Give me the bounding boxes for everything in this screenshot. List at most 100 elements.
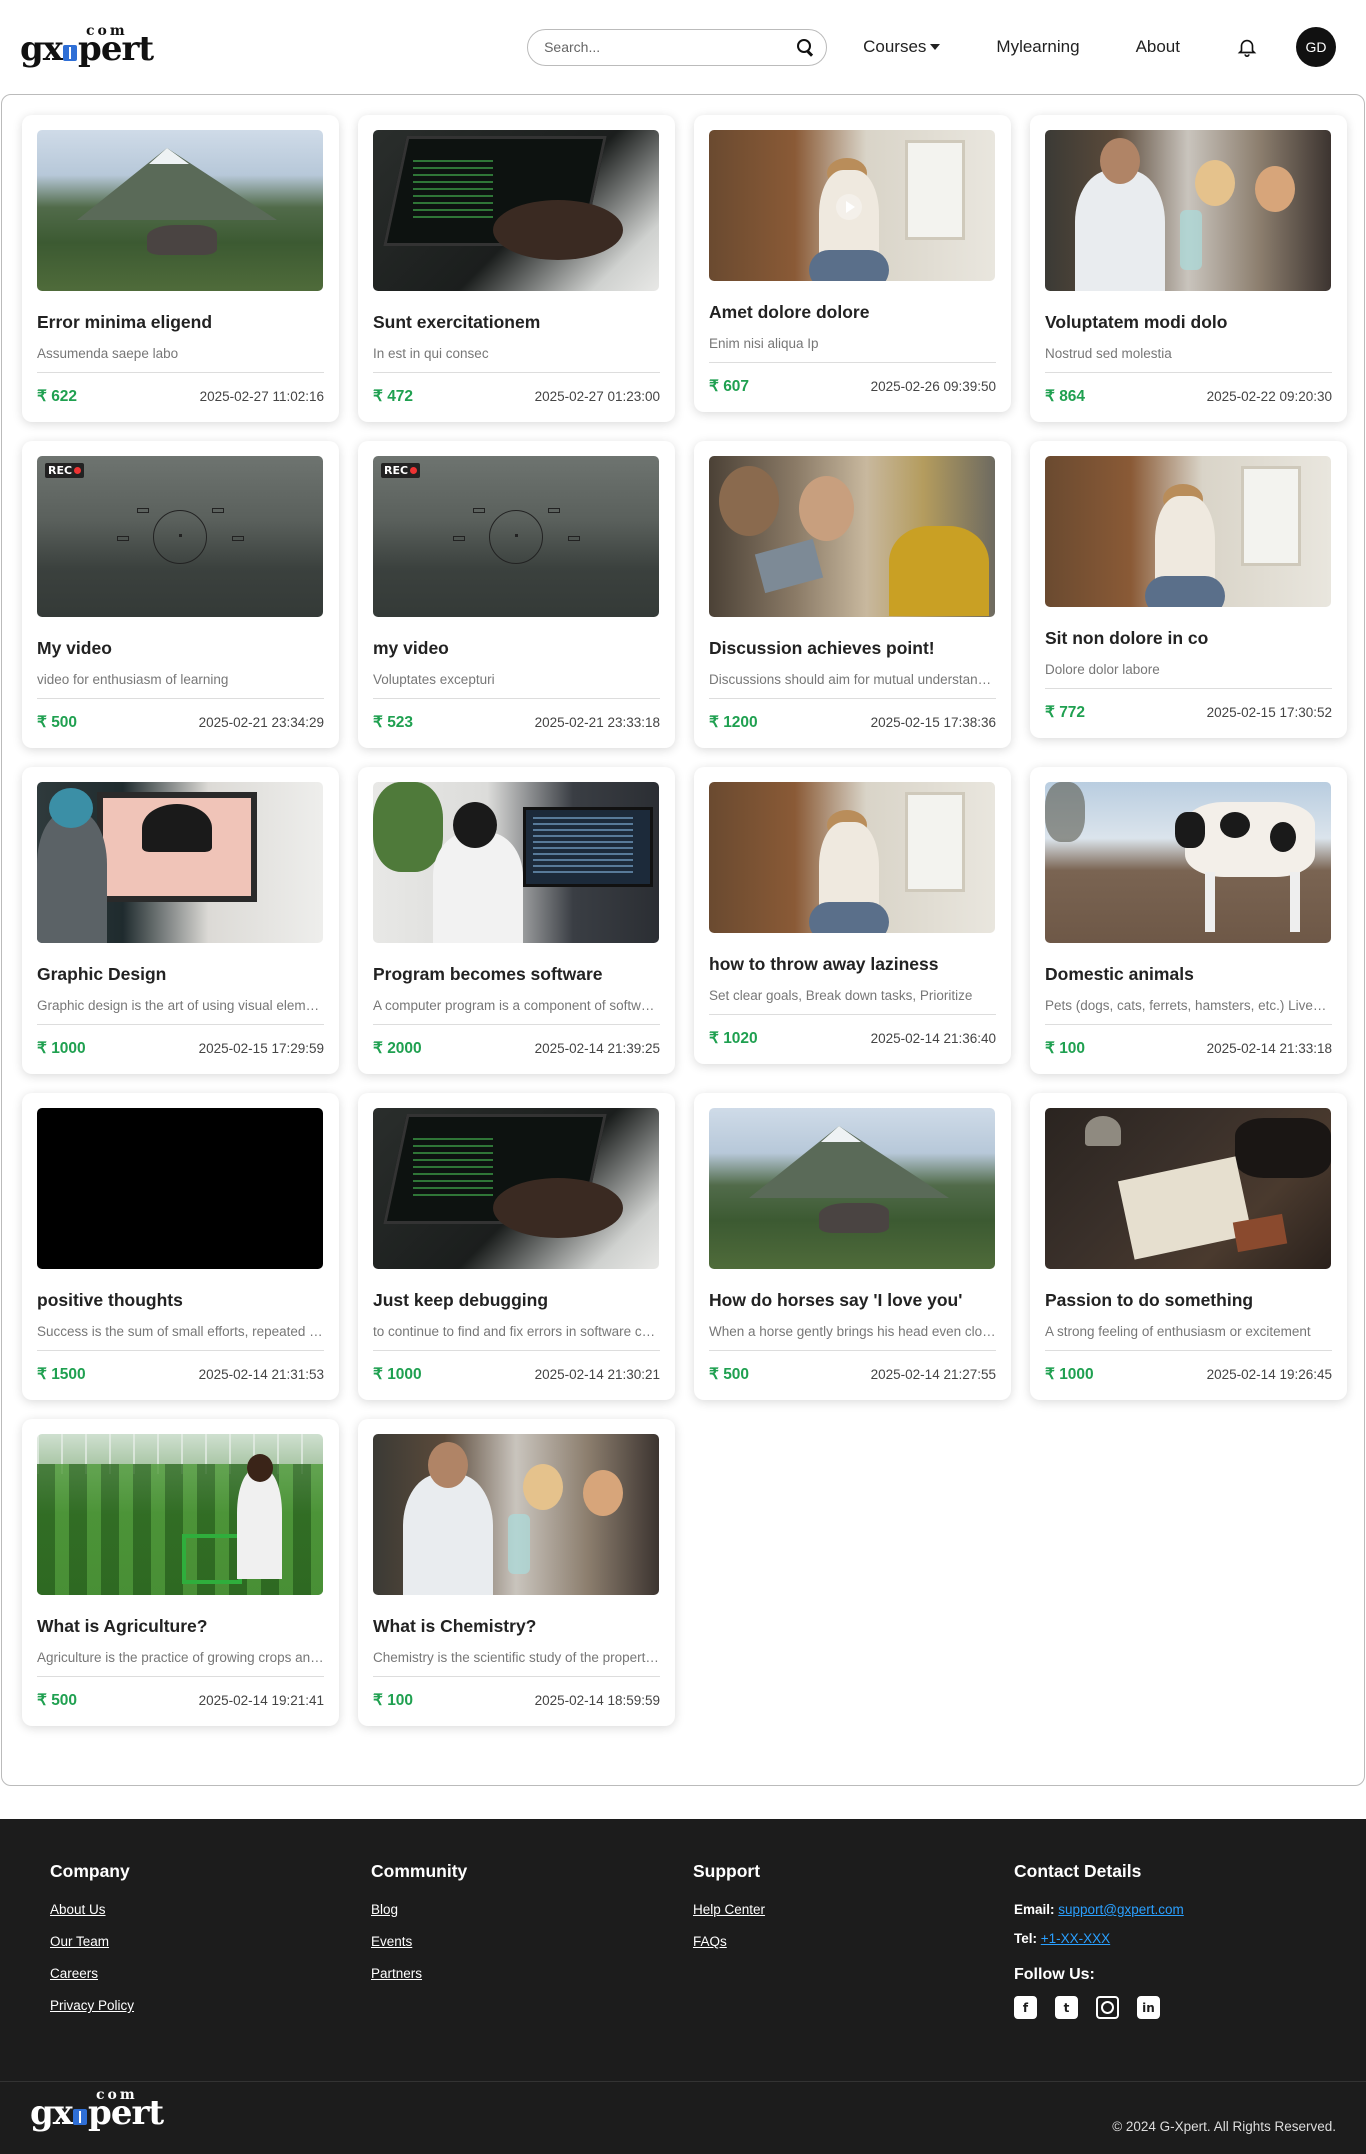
footer-link-partners[interactable]: Partners (371, 1966, 467, 1981)
course-thumbnail[interactable] (1045, 456, 1331, 607)
course-thumbnail[interactable] (709, 130, 995, 281)
course-title[interactable]: how to throw away laziness (709, 954, 996, 975)
course-card[interactable]: Domestic animals Pets (dogs, cats, ferret… (1030, 767, 1347, 1074)
course-title[interactable]: Sunt exercitationem (373, 312, 660, 333)
course-title[interactable]: positive thoughts (37, 1290, 324, 1311)
course-title[interactable]: What is Agriculture? (37, 1616, 324, 1637)
course-price: ₹ 1000 (373, 1365, 422, 1384)
course-price: ₹ 1500 (37, 1365, 86, 1384)
facebook-icon[interactable]: f (1014, 1996, 1037, 2019)
twitter-icon[interactable]: t (1055, 1996, 1078, 2019)
course-card[interactable]: Voluptatem modi dolo Nostrud sed molestia… (1030, 115, 1347, 422)
course-card[interactable]: Sit non dolore in co Dolore dolor labore ₹… (1030, 441, 1347, 738)
email-link[interactable]: support@gxpert.com (1058, 1902, 1184, 1917)
course-card[interactable]: Passion to do something A strong feeling … (1030, 1093, 1347, 1400)
course-date: 2025-02-14 21:39:25 (534, 1041, 660, 1056)
course-card[interactable]: Discussion achieves point! Discussions sh… (694, 441, 1011, 748)
course-title[interactable]: Amet dolore dolore (709, 302, 996, 323)
course-price: ₹ 1020 (709, 1029, 758, 1048)
course-thumbnail[interactable]: REC (37, 456, 323, 617)
course-card[interactable]: REC My video video for enthusiasm of learn… (22, 441, 339, 748)
footer-link-help-center[interactable]: Help Center (693, 1902, 765, 1917)
course-thumbnail[interactable] (37, 782, 323, 943)
course-card[interactable]: Just keep debugging to continue to find a… (358, 1093, 675, 1400)
course-thumbnail[interactable] (373, 1108, 659, 1269)
course-title[interactable]: Voluptatem modi dolo (1045, 312, 1332, 333)
search-icon[interactable] (796, 38, 814, 56)
footer-logo-text-left: gx (30, 2093, 73, 2133)
course-thumbnail[interactable] (1045, 782, 1331, 943)
linkedin-icon[interactable]: in (1137, 1996, 1160, 2019)
price-value: 2000 (387, 1040, 422, 1057)
course-title[interactable]: Error minima eligend (37, 312, 324, 333)
course-title[interactable]: My video (37, 638, 324, 659)
course-card[interactable]: Program becomes software A computer progr… (358, 767, 675, 1074)
rupee-icon: ₹ (1045, 1366, 1055, 1383)
course-thumbnail[interactable] (37, 1434, 323, 1595)
rupee-icon: ₹ (1045, 388, 1055, 405)
footer-contact: Contact Details Email: support@gxpert.co… (1014, 1861, 1184, 2019)
course-card[interactable]: What is Chemistry? Chemistry is the scien… (358, 1419, 675, 1726)
rupee-icon: ₹ (373, 714, 383, 731)
course-thumbnail[interactable] (37, 1108, 323, 1269)
course-title[interactable]: my video (373, 638, 660, 659)
course-footer: ₹ 1020 2025-02-14 21:36:40 (709, 1029, 996, 1048)
course-title[interactable]: Just keep debugging (373, 1290, 660, 1311)
footer-link-our-team[interactable]: Our Team (50, 1934, 134, 1949)
course-date: 2025-02-21 23:33:18 (534, 715, 660, 730)
course-thumbnail[interactable] (1045, 130, 1331, 291)
course-thumbnail[interactable] (709, 782, 995, 933)
course-card[interactable]: Sunt exercitationem In est in qui consec ₹… (358, 115, 675, 422)
course-card[interactable]: positive thoughts Success is the sum of s… (22, 1093, 339, 1400)
footer-link-privacy-policy[interactable]: Privacy Policy (50, 1998, 134, 2013)
footer-link-blog[interactable]: Blog (371, 1902, 467, 1917)
course-thumbnail[interactable] (37, 130, 323, 291)
course-title[interactable]: Sit non dolore in co (1045, 628, 1332, 649)
play-icon[interactable] (836, 194, 862, 220)
footer-link-faqs[interactable]: FAQs (693, 1934, 765, 1949)
course-card[interactable]: How do horses say 'I love you' When a hor… (694, 1093, 1011, 1400)
price-value: 772 (1059, 704, 1086, 721)
user-avatar[interactable]: GD (1296, 27, 1336, 67)
course-card[interactable]: Error minima eligend Assumenda saepe labo… (22, 115, 339, 422)
price-value: 500 (51, 714, 78, 731)
price-value: 607 (723, 378, 750, 395)
course-title[interactable]: What is Chemistry? (373, 1616, 660, 1637)
nav-mylearning-link[interactable]: Mylearning (996, 37, 1079, 57)
course-thumbnail[interactable] (709, 456, 995, 617)
course-title[interactable]: Passion to do something (1045, 1290, 1332, 1311)
course-card[interactable]: What is Agriculture? Agriculture is the p… (22, 1419, 339, 1726)
course-price: ₹ 772 (1045, 703, 1085, 722)
bell-icon[interactable] (1236, 36, 1258, 58)
course-title[interactable]: How do horses say 'I love you' (709, 1290, 996, 1311)
price-value: 864 (1059, 388, 1086, 405)
search-input[interactable] (544, 39, 797, 55)
course-card[interactable]: REC my video Voluptates excepturi ₹ 523 2025… (358, 441, 675, 748)
footer-link-events[interactable]: Events (371, 1934, 467, 1949)
course-card[interactable]: how to throw away laziness Set clear goal… (694, 767, 1011, 1064)
course-thumbnail[interactable]: REC (373, 456, 659, 617)
course-thumbnail[interactable] (373, 1434, 659, 1595)
tel-link[interactable]: +1-XX-XXX (1041, 1931, 1110, 1946)
course-thumbnail[interactable] (709, 1108, 995, 1269)
footer-logo[interactable]: com gx pert (30, 2087, 164, 2133)
site-logo[interactable]: com gx pert (20, 23, 154, 69)
course-title[interactable]: Discussion achieves point! (709, 638, 996, 659)
course-description: Nostrud sed molestia (1045, 346, 1332, 373)
course-grid: Error minima eligend Assumenda saepe labo… (22, 115, 1347, 1745)
footer-link-about-us[interactable]: About Us (50, 1902, 134, 1917)
course-title[interactable]: Domestic animals (1045, 964, 1332, 985)
course-thumbnail[interactable] (1045, 1108, 1331, 1269)
course-description: Voluptates excepturi (373, 672, 660, 699)
course-card[interactable]: Amet dolore dolore Enim nisi aliqua Ip ₹ 6… (694, 115, 1011, 412)
course-title[interactable]: Graphic Design (37, 964, 324, 985)
course-thumbnail[interactable] (373, 782, 659, 943)
nav-about-link[interactable]: About (1136, 37, 1180, 57)
nav-courses-dropdown[interactable]: Courses (863, 37, 941, 57)
instagram-icon[interactable] (1096, 1996, 1119, 2019)
course-thumbnail[interactable] (373, 130, 659, 291)
footer-contact-heading: Contact Details (1014, 1861, 1142, 1881)
course-card[interactable]: Graphic Design Graphic design is the art … (22, 767, 339, 1074)
footer-link-careers[interactable]: Careers (50, 1966, 134, 1981)
course-title[interactable]: Program becomes software (373, 964, 660, 985)
